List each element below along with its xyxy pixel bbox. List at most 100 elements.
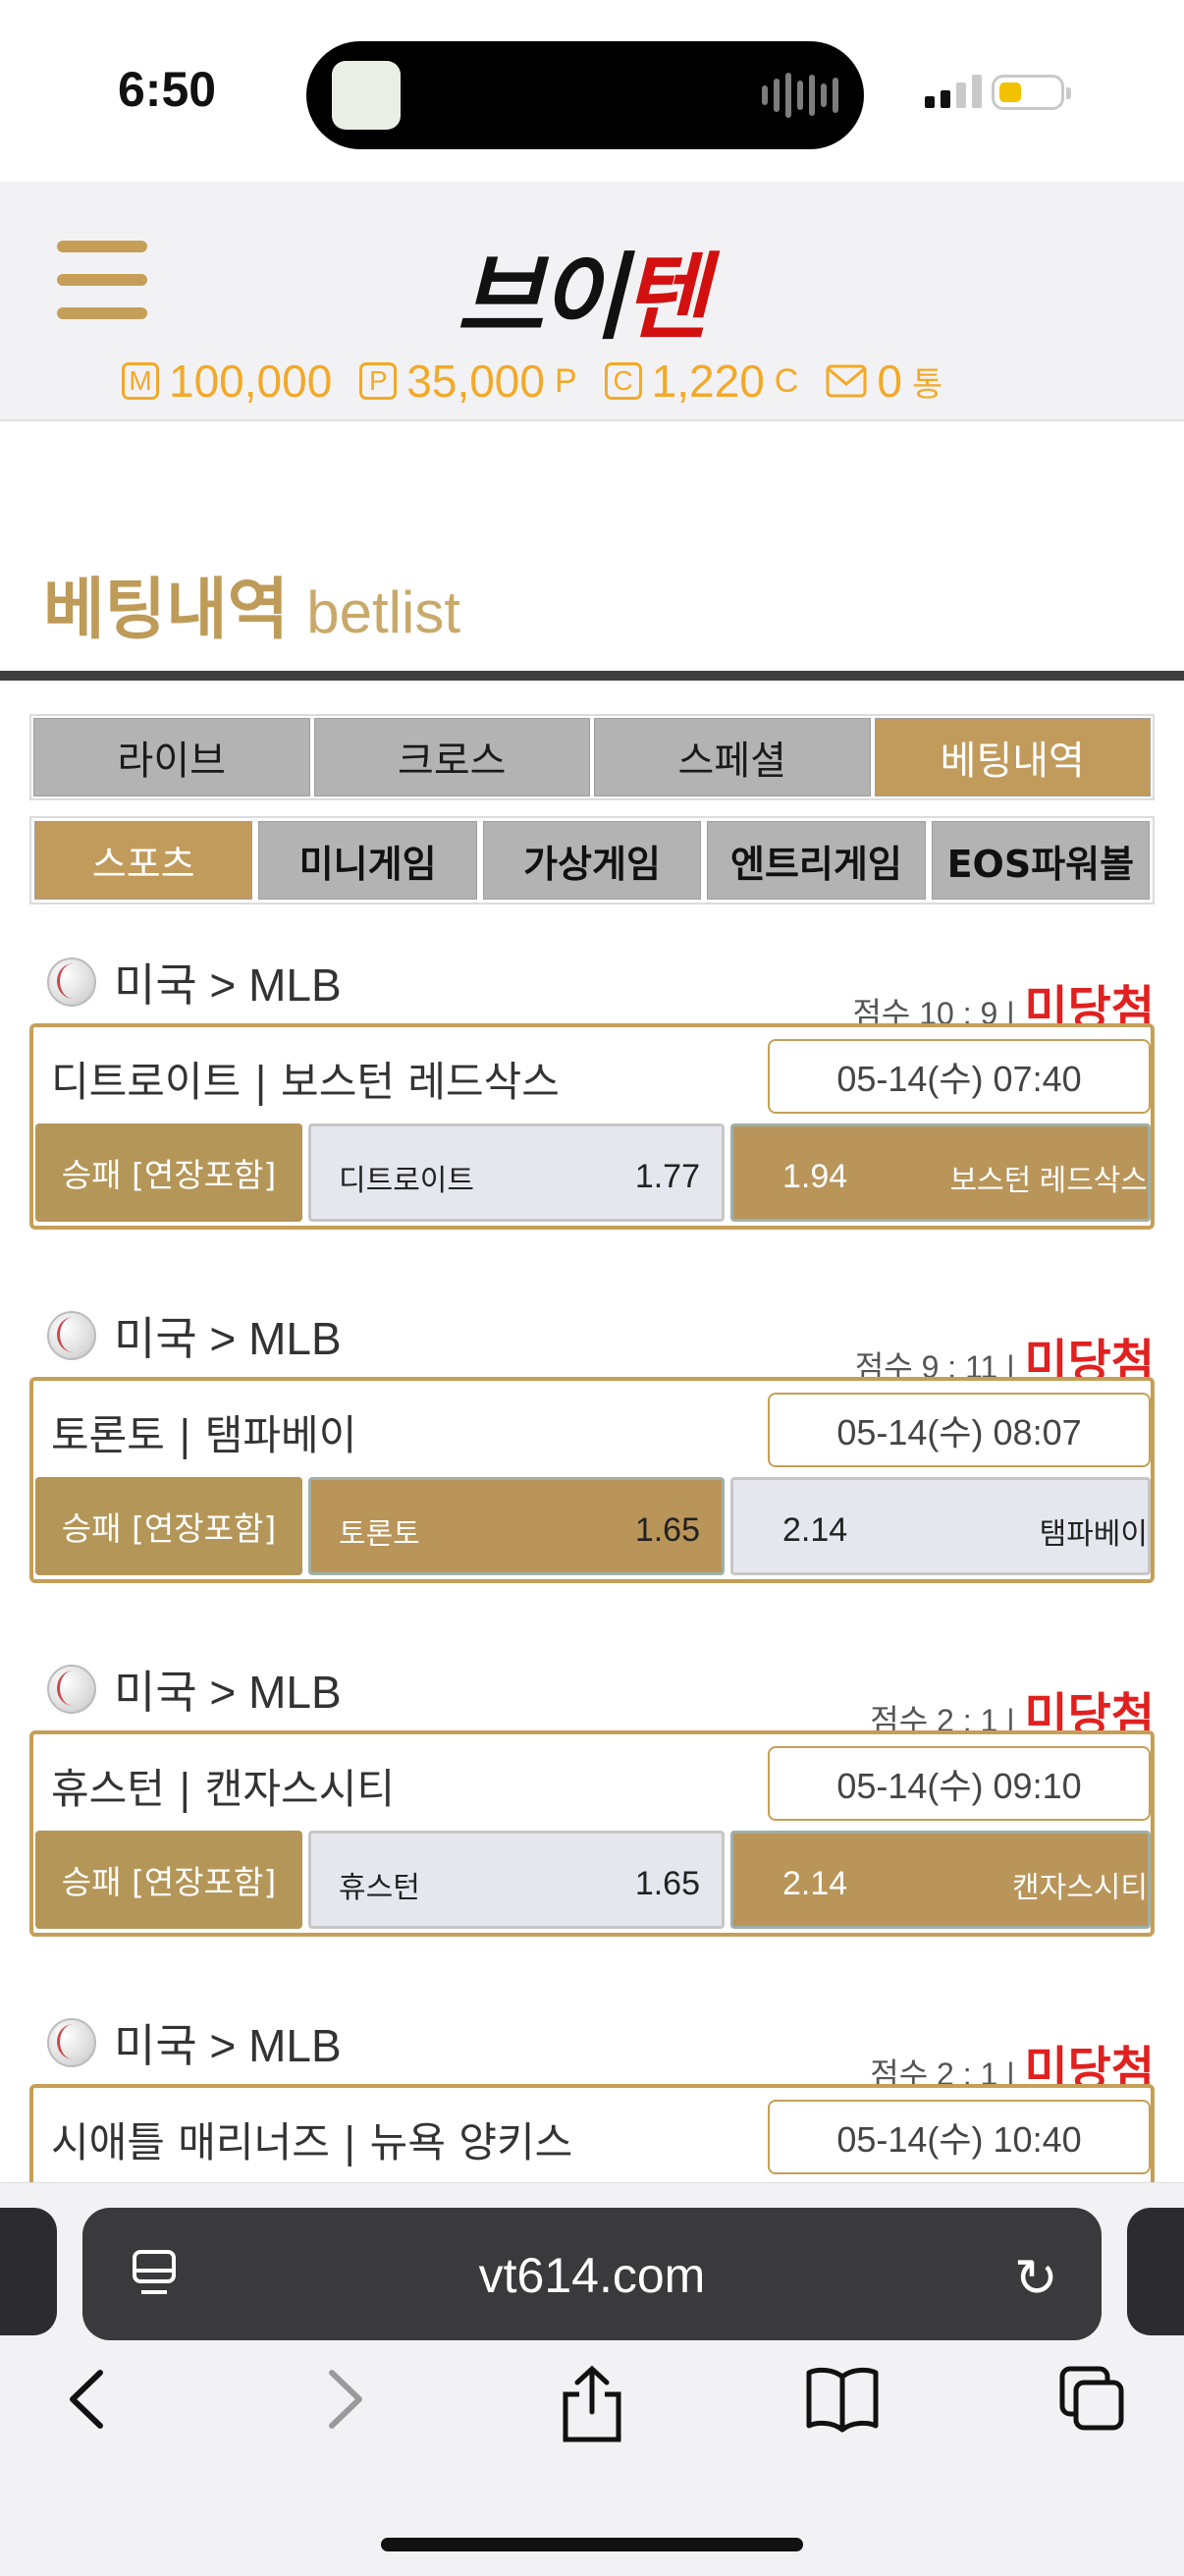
- bet-type: 승패 [연장포함]: [35, 1477, 302, 1575]
- home-odds: 1.77: [634, 1158, 700, 1195]
- league-name: 미국 > MLB: [114, 1313, 342, 1364]
- bet-card: 디트로이트 | 보스턴 레드삭스 05-14(수) 07:40 승패 [연장포함…: [29, 1023, 1155, 1230]
- status-bar: 6:50: [0, 0, 1184, 182]
- tabs-icon[interactable]: [1058, 2365, 1127, 2434]
- league-name: 미국 > MLB: [114, 2020, 342, 2071]
- main-tabs: 라이브 크로스 스페셜 베팅내역: [29, 714, 1155, 800]
- tab-cross[interactable]: 크로스: [313, 718, 590, 796]
- bet-type: 승패 [연장포함]: [35, 1831, 302, 1929]
- bet-card: 토론토 | 탬파베이 05-14(수) 08:07 승패 [연장포함] 토론토 …: [29, 1377, 1155, 1583]
- bet-type: 승패 [연장포함]: [35, 1124, 302, 1222]
- page-title-korean: 베팅내역: [43, 572, 290, 649]
- address-bar[interactable]: vt614.com ↻: [82, 2208, 1102, 2340]
- message-unit: 통: [911, 365, 943, 404]
- match-teams: 시애틀 매리너즈 | 뉴욕 양키스: [51, 2118, 573, 2166]
- tab-virtual-game[interactable]: 가상게임: [482, 821, 702, 900]
- league-name: 미국 > MLB: [114, 959, 342, 1011]
- match-datetime: 05-14(수) 09:10: [768, 1746, 1151, 1821]
- page-title-english: betlist: [306, 579, 460, 645]
- away-odds: 2.14: [782, 1511, 848, 1549]
- bookmarks-icon[interactable]: [805, 2365, 880, 2434]
- battery-icon: [992, 75, 1071, 110]
- away-team: 보스턴 레드삭스: [949, 1165, 1148, 1197]
- logo-text-red: 텐: [621, 243, 709, 353]
- league-header: 미국 > MLB: [47, 1303, 342, 1368]
- tab-minigame[interactable]: 미니게임: [258, 821, 477, 900]
- baseball-icon: [47, 2018, 96, 2067]
- bet-card: 시애틀 매리너즈 | 뉴욕 양키스 05-14(수) 10:40: [29, 2084, 1155, 2182]
- now-playing-artwork: [332, 61, 401, 130]
- coin-icon: C: [604, 362, 642, 400]
- logo-text-black: 브이: [457, 243, 626, 353]
- tab-live[interactable]: 라이브: [33, 718, 310, 796]
- bet-item: 미국 > MLB 점수 2 : 1 | 미당첨 시애틀 매리너즈 | 뉴욕 양키…: [0, 2010, 1184, 2182]
- baseball-icon: [47, 958, 96, 1007]
- site-logo[interactable]: 브이텐: [457, 221, 709, 357]
- point-unit: P: [554, 361, 577, 400]
- tab-eos-powerball[interactable]: EOS파워볼: [931, 821, 1151, 900]
- dynamic-island[interactable]: [306, 41, 864, 149]
- match-teams: 휴스턴 | 캔자스시티: [51, 1765, 395, 1813]
- forward-icon[interactable]: [320, 2365, 369, 2434]
- home-team: 디트로이트: [339, 1165, 474, 1197]
- message-value: 0: [877, 356, 902, 407]
- previous-tab-preview[interactable]: [0, 2208, 57, 2335]
- away-odds: 1.94: [782, 1158, 848, 1195]
- url-text: vt614.com: [478, 2248, 706, 2303]
- message-count[interactable]: 0 통: [826, 355, 942, 408]
- bet-card: 휴스턴 | 캔자스시티 05-14(수) 09:10 승패 [연장포함] 휴스턴…: [29, 1730, 1155, 1937]
- site-header: 브이텐 M 100,000 P 35,000 P C 1,220 C 0 통: [0, 182, 1184, 421]
- hamburger-menu-icon[interactable]: [57, 241, 147, 319]
- match-datetime: 05-14(수) 08:07: [768, 1393, 1151, 1467]
- match-datetime: 05-14(수) 10:40: [768, 2100, 1151, 2174]
- away-odds: 2.14: [782, 1865, 848, 1902]
- match-datetime: 05-14(수) 07:40: [768, 1039, 1151, 1114]
- coin-unit: C: [774, 361, 799, 400]
- next-tab-preview[interactable]: [1127, 2208, 1184, 2335]
- sub-tabs: 스포츠 미니게임 가상게임 엔트리게임 EOS파워볼: [29, 816, 1155, 904]
- title-divider: [0, 671, 1184, 681]
- baseball-icon: [47, 1665, 96, 1714]
- baseball-icon: [47, 1311, 96, 1360]
- reload-icon[interactable]: ↻: [1014, 2247, 1058, 2309]
- tab-special[interactable]: 스페셜: [594, 718, 871, 796]
- clock: 6:50: [118, 62, 217, 117]
- back-icon[interactable]: [63, 2365, 112, 2434]
- league-header: 미국 > MLB: [47, 2010, 342, 2075]
- league-header: 미국 > MLB: [47, 1657, 342, 1722]
- match-teams: 디트로이트 | 보스턴 레드삭스: [51, 1058, 560, 1106]
- point-balance[interactable]: P 35,000 P: [359, 355, 577, 408]
- league-header: 미국 > MLB: [47, 950, 342, 1014]
- audio-wave-icon: [762, 71, 838, 120]
- money-icon: M: [122, 362, 159, 400]
- money-balance[interactable]: M 100,000: [122, 355, 332, 408]
- balance-bar: M 100,000 P 35,000 P C 1,220 C 0 통: [122, 355, 970, 408]
- away-option-selected: 1.94 보스턴 레드삭스: [730, 1124, 1151, 1222]
- coin-value: 1,220: [651, 356, 765, 407]
- browser-toolbar: vt614.com ↻: [0, 2182, 1184, 2576]
- home-option: 디트로이트 1.77: [308, 1124, 725, 1222]
- home-option-selected: 토론토 1.65: [308, 1477, 725, 1575]
- away-option: 2.14 탬파베이: [730, 1477, 1151, 1575]
- match-teams: 토론토 | 탬파베이: [51, 1411, 357, 1459]
- home-odds: 1.65: [634, 1865, 700, 1902]
- point-icon: P: [359, 362, 398, 400]
- away-team: 탬파베이: [1039, 1518, 1148, 1551]
- page-title: 베팅내역 betlist: [43, 555, 460, 652]
- tab-betlist[interactable]: 베팅내역: [874, 718, 1151, 796]
- home-odds: 1.65: [634, 1511, 700, 1549]
- tab-entry-game[interactable]: 엔트리게임: [707, 821, 926, 900]
- tab-sports[interactable]: 스포츠: [34, 821, 253, 900]
- cellular-signal-icon: [925, 75, 982, 108]
- bet-item: 미국 > MLB 점수 9 : 11 | 미당첨 토론토 | 탬파베이 05-1…: [0, 1303, 1184, 1627]
- share-icon[interactable]: [560, 2365, 624, 2443]
- league-name: 미국 > MLB: [114, 1667, 342, 1718]
- home-team: 휴스턴: [339, 1872, 420, 1904]
- away-team: 캔자스시티: [1012, 1872, 1148, 1904]
- coin-balance[interactable]: C 1,220 C: [604, 355, 799, 408]
- away-option-selected: 2.14 캔자스시티: [730, 1831, 1151, 1929]
- bet-item: 미국 > MLB 점수 10 : 9 | 미당첨 디트로이트 | 보스턴 레드삭…: [0, 950, 1184, 1274]
- home-indicator[interactable]: [381, 2538, 803, 2551]
- mail-icon: [826, 364, 867, 398]
- point-value: 35,000: [406, 356, 545, 407]
